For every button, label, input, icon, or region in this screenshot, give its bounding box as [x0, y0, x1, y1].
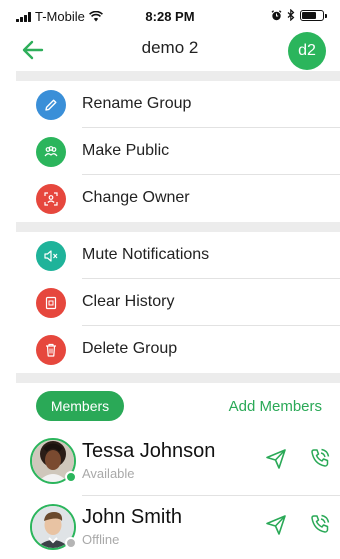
menu-label: Rename Group	[82, 95, 192, 112]
avatar	[30, 504, 77, 550]
delete-group-item[interactable]: Delete Group	[16, 326, 340, 373]
group-avatar[interactable]: d2	[288, 32, 326, 70]
status-bar: T-Mobile 8:28 PM	[0, 0, 340, 32]
change-owner-item[interactable]: Change Owner	[16, 175, 340, 222]
online-status-dot	[65, 471, 77, 483]
member-name: John Smith	[82, 506, 183, 528]
member-row[interactable]: Tessa Johnson Available	[16, 432, 340, 498]
call-button[interactable]	[309, 513, 331, 535]
make-public-item[interactable]: Make Public	[16, 128, 340, 175]
menu-label: Mute Notifications	[82, 246, 210, 263]
paper-plane-icon	[266, 449, 286, 469]
status-icons	[271, 9, 327, 21]
phone-icon	[311, 514, 330, 533]
section-divider	[16, 222, 340, 232]
send-message-button[interactable]	[265, 448, 287, 470]
bluetooth-icon	[287, 9, 295, 21]
section-divider	[16, 71, 340, 81]
clear-history-icon	[36, 288, 66, 318]
pencil-icon	[36, 90, 66, 120]
menu-label: Clear History	[82, 293, 175, 310]
navigation-header: demo 2 d2	[0, 32, 340, 70]
menu-label: Change Owner	[82, 189, 190, 206]
call-button[interactable]	[309, 447, 331, 469]
trash-icon	[36, 335, 66, 365]
clear-history-item[interactable]: Clear History	[16, 279, 340, 326]
member-row[interactable]: John Smith Offline	[16, 498, 340, 559]
change-owner-icon	[36, 184, 66, 214]
send-message-button[interactable]	[265, 514, 287, 536]
people-icon	[36, 137, 66, 167]
alarm-icon	[271, 9, 282, 20]
add-members-link[interactable]: Add Members	[229, 398, 322, 415]
member-status: Available	[82, 466, 135, 481]
paper-plane-icon	[266, 515, 286, 535]
battery-icon	[300, 9, 327, 21]
phone-icon	[311, 448, 330, 467]
row-divider	[82, 495, 340, 496]
members-tab[interactable]: Members	[36, 391, 124, 421]
menu-label: Make Public	[82, 142, 170, 159]
rename-group-item[interactable]: Rename Group	[16, 81, 340, 128]
speaker-mute-icon	[36, 241, 66, 271]
section-divider	[16, 373, 340, 383]
mute-notifications-item[interactable]: Mute Notifications	[16, 232, 340, 279]
member-status: Offline	[82, 532, 120, 547]
offline-status-dot	[65, 537, 77, 549]
menu-label: Delete Group	[82, 340, 178, 357]
avatar	[30, 438, 77, 484]
member-name: Tessa Johnson	[82, 440, 216, 462]
